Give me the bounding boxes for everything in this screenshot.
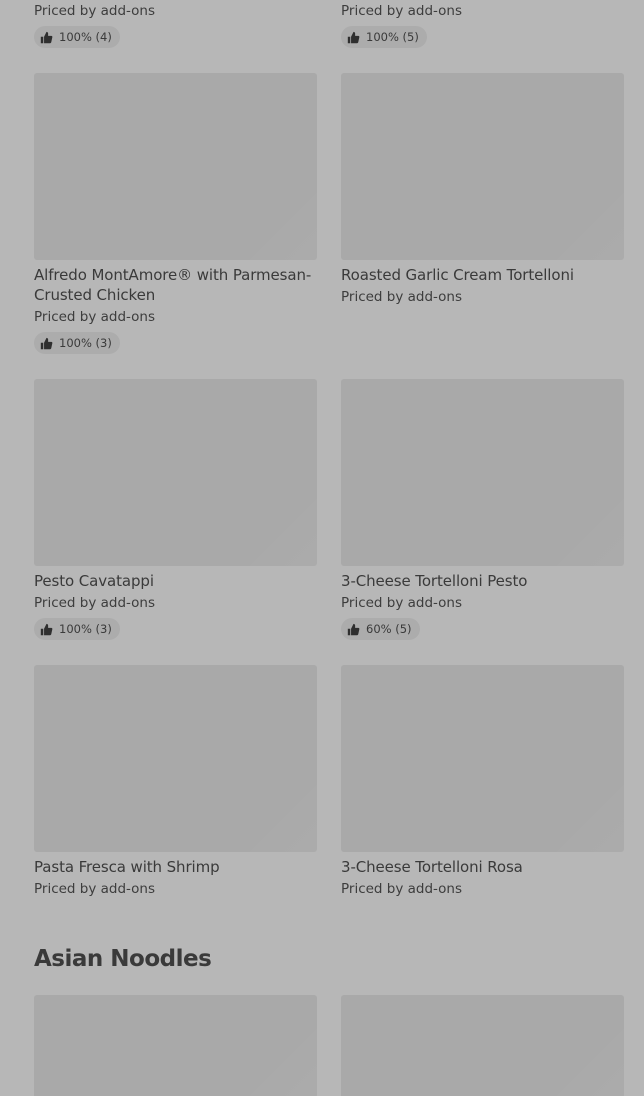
item-image[interactable] — [341, 73, 624, 260]
item-price: Priced by add-ons — [341, 881, 463, 897]
rating-text: 100% (5) — [366, 30, 419, 44]
thumbs-up-icon — [347, 623, 360, 635]
item-image[interactable] — [34, 665, 317, 852]
item-price: Priced by add-ons — [34, 3, 156, 19]
item-title[interactable]: 3-Cheese Tortelloni Rosa — [341, 857, 631, 877]
rating-badge: 100% (4) — [34, 26, 120, 48]
item-title[interactable]: Pasta Fresca with Shrimp — [34, 857, 324, 877]
section-title: Asian Noodles — [34, 946, 212, 972]
item-image[interactable] — [341, 379, 624, 566]
thumbs-up-icon — [40, 337, 53, 349]
rating-text: 100% (3) — [59, 336, 112, 350]
rating-badge: 100% (5) — [341, 26, 427, 48]
item-price: Priced by add-ons — [34, 881, 156, 897]
item-price: Priced by add-ons — [341, 289, 463, 305]
item-title[interactable]: 3-Cheese Tortelloni Pesto — [341, 571, 631, 591]
item-price: Priced by add-ons — [34, 309, 156, 325]
thumbs-up-icon — [40, 31, 53, 43]
rating-text: 100% (4) — [59, 30, 112, 44]
item-title[interactable]: Roasted Garlic Cream Tortelloni — [341, 265, 631, 285]
item-image[interactable] — [34, 995, 317, 1096]
rating-badge: 100% (3) — [34, 618, 120, 640]
item-image[interactable] — [34, 73, 317, 260]
rating-badge: 100% (3) — [34, 332, 120, 354]
item-title[interactable]: Alfredo MontAmore® with Parmesan-Crusted… — [34, 265, 324, 305]
rating-text: 100% (3) — [59, 622, 112, 636]
item-image[interactable] — [341, 665, 624, 852]
item-price: Priced by add-ons — [34, 595, 156, 611]
thumbs-up-icon — [347, 31, 360, 43]
rating-text: 60% (5) — [366, 622, 412, 636]
item-price: Priced by add-ons — [341, 595, 463, 611]
item-image[interactable] — [34, 379, 317, 566]
rating-badge: 60% (5) — [341, 618, 420, 640]
item-title[interactable]: Pesto Cavatappi — [34, 571, 324, 591]
item-price: Priced by add-ons — [341, 3, 463, 19]
thumbs-up-icon — [40, 623, 53, 635]
item-image[interactable] — [341, 995, 624, 1096]
